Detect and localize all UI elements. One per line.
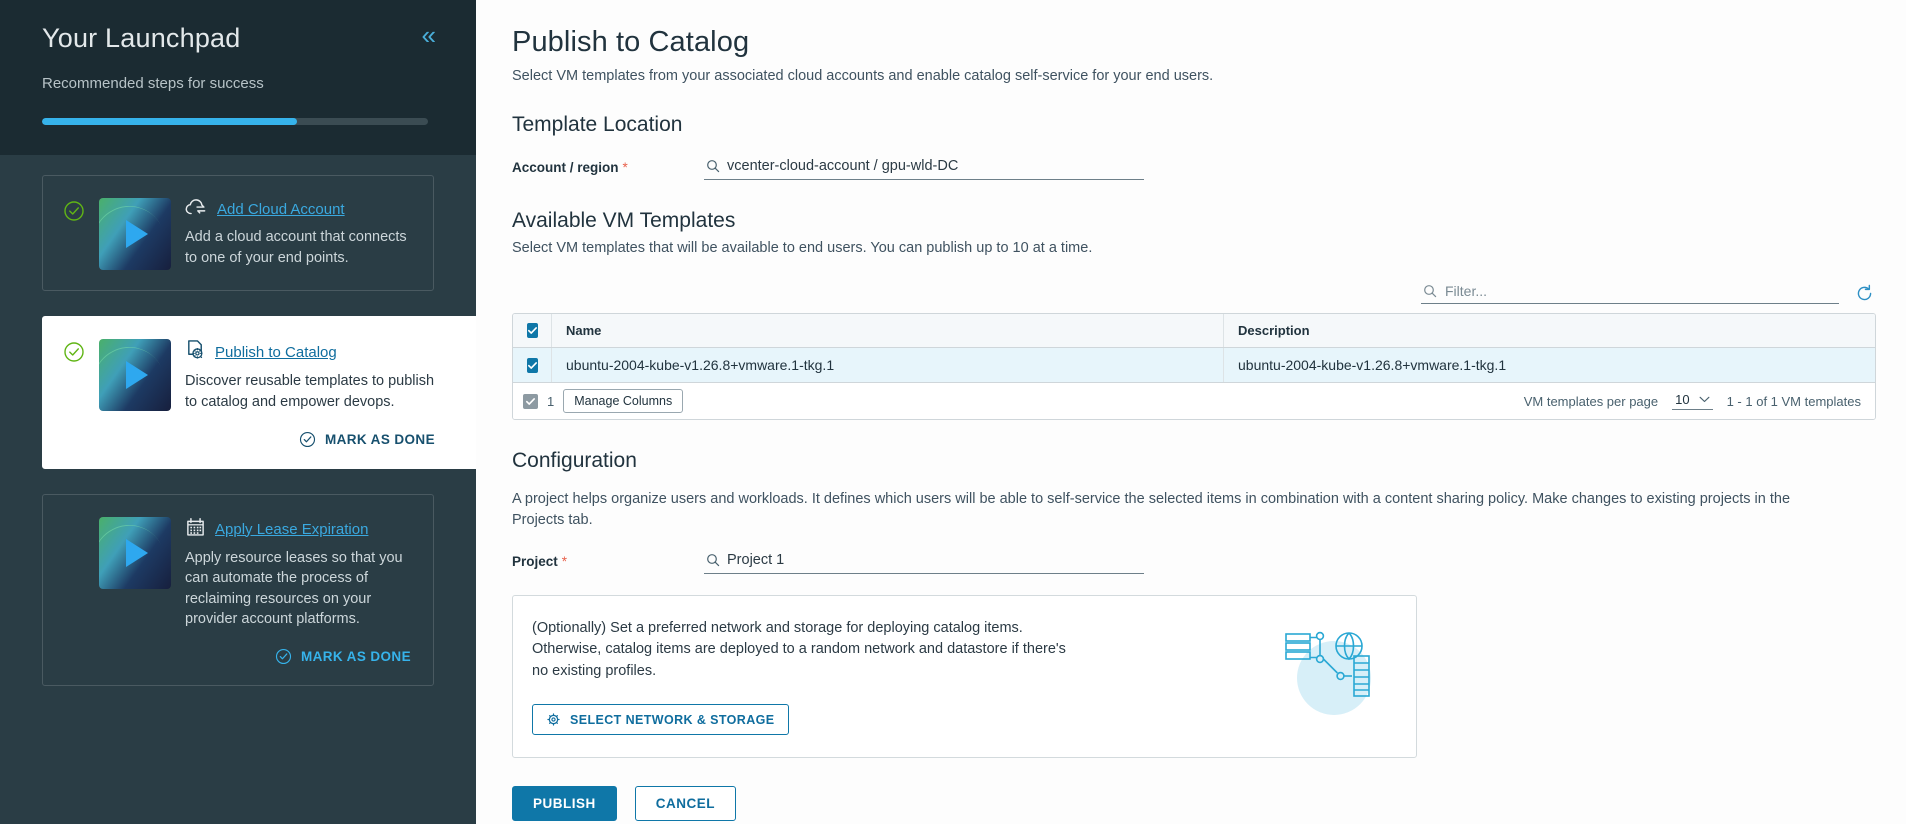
card-description: Add a cloud account that connects to one… [185,229,407,266]
per-page-select[interactable]: 10 [1672,392,1713,410]
select-network-storage-label: SELECT NETWORK & STORAGE [570,712,775,727]
card-completed-icon-placeholder [63,519,85,541]
launchpad-card-publish-to-catalog[interactable]: Publish to Catalog Discover reusable tem… [42,316,476,469]
app-root: Your Launchpad « Recommended steps for s… [0,0,1906,824]
search-icon [1424,285,1437,298]
checkbox-checked-icon [526,323,538,338]
mark-as-done-label: MARK AS DONE [324,431,435,447]
publish-button[interactable]: PUBLISH [512,786,617,822]
publish-to-catalog-page: Publish to Catalog Select VM templates f… [476,0,1906,824]
cancel-button[interactable]: CANCEL [634,786,737,822]
card-thumbnail [99,339,171,412]
card-content: Add Cloud Account Add a cloud account th… [185,198,411,270]
search-icon [707,554,720,567]
manage-columns-button[interactable]: Manage Columns [563,389,684,413]
row-checkbox[interactable] [513,348,551,382]
account-region-label-text: Account / region [512,160,619,175]
project-label: Project * [512,554,704,574]
network-storage-illustration [1274,620,1394,729]
footer-checkbox-icon[interactable] [523,393,538,409]
network-storage-line-2: Otherwise, catalog items are deployed to… [532,641,1066,658]
per-page-label: VM templates per page [1523,393,1659,409]
pagination-range: 1 - 1 of 1 VM templates [1726,393,1861,409]
mark-as-done-label: MARK AS DONE [300,648,411,664]
cloud-sync-icon [185,198,208,221]
network-storage-text: (Optionally) Set a preferred network and… [532,618,1274,736]
form-actions: PUBLISH CANCEL [512,786,1876,824]
account-region-field-row: Account / region * vcenter-cloud-account … [512,158,1876,180]
collapse-sidebar-icon[interactable]: « [422,22,436,48]
per-page-value: 10 [1675,392,1690,407]
network-storage-line-1: (Optionally) Set a preferred network and… [532,620,1023,637]
table-footer-left: 1 Manage Columns [513,389,684,413]
account-region-value: vcenter-cloud-account / gpu-wld-DC [727,158,959,174]
mark-as-done-button[interactable]: MARK AS DONE [185,431,435,448]
network-storage-panel: (Optionally) Set a preferred network and… [512,595,1417,759]
progress-bar-fill [42,118,297,126]
card-description: Apply resource leases so that you can au… [185,549,403,628]
page-title: Publish to Catalog [512,26,750,58]
section-title-template-location: Template Location [512,113,683,136]
project-input[interactable]: Project 1 [704,552,1144,575]
project-label-text: Project [512,554,558,570]
card-link-add-cloud-account[interactable]: Add Cloud Account [217,201,345,218]
checkbox-checked-icon [526,357,538,373]
column-header-name[interactable]: Name [551,314,1223,347]
check-circle-icon [275,648,291,664]
network-storage-line-3: no existing profiles. [532,662,657,679]
card-completed-icon [63,341,85,363]
filter-placeholder: Filter... [1445,283,1488,299]
sidebar-title: Your Launchpad [42,23,241,53]
card-content: Apply Lease Expiration Apply resource le… [185,517,411,665]
table-header-row: Name Description [513,314,1875,348]
table-row[interactable]: ubuntu-2004-kube-v1.26.8+vmware.1-tkg.1 … [513,348,1875,383]
table-footer: 1 Manage Columns VM templates per page 1… [513,383,1875,419]
filter-input[interactable]: Filter... [1421,283,1839,304]
card-description: Discover reusable templates to publish t… [185,373,435,410]
launchpad-card-apply-lease-expiration[interactable]: Apply Lease Expiration Apply resource le… [42,493,434,686]
chevron-down-icon [1699,396,1710,403]
launchpad-sidebar: Your Launchpad « Recommended steps for s… [0,0,476,824]
check-circle-icon [299,431,315,447]
card-completed-icon [63,200,85,222]
cell-description: ubuntu-2004-kube-v1.26.8+vmware.1-tkg.1 [1223,348,1875,382]
account-region-input[interactable]: vcenter-cloud-account / gpu-wld-DC [704,158,1144,180]
required-marker: * [561,554,568,570]
main-content: Publish to Catalog Select VM templates f… [476,26,1906,824]
table-footer-right: VM templates per page 10 1 - 1 of 1 VM t… [1524,392,1861,410]
page-subtitle: Select VM templates from your associated… [512,68,1214,84]
sidebar-header: Your Launchpad « Recommended steps for s… [0,0,476,156]
sidebar-subtitle: Recommended steps for success [42,75,264,93]
configuration-paragraph: A project helps organize users and workl… [512,491,1791,529]
document-gear-icon [185,339,206,365]
card-link-apply-lease-expiration[interactable]: Apply Lease Expiration [215,521,368,538]
section-title-configuration: Configuration [512,449,637,472]
selected-count: 1 [547,393,555,409]
launchpad-card-add-cloud-account[interactable]: Add Cloud Account Add a cloud account th… [42,175,434,292]
select-all-checkbox[interactable] [513,314,551,347]
mark-as-done-button[interactable]: MARK AS DONE [185,648,411,665]
project-field-row: Project * Project 1 [512,552,1876,575]
table-toolbar: Filter... [512,283,1876,304]
select-network-storage-button[interactable]: SELECT NETWORK & STORAGE [532,704,789,736]
project-value: Project 1 [727,552,785,569]
gear-icon [547,713,560,727]
card-thumbnail [99,198,171,271]
launchpad-card-list: Add Cloud Account Add a cloud account th… [0,155,476,686]
required-marker: * [622,160,628,175]
card-thumbnail [99,516,171,589]
section-subtitle-available-templates: Select VM templates that will be availab… [512,240,1093,256]
progress-bar [42,118,428,126]
section-title-available-templates: Available VM Templates [512,209,736,232]
vm-templates-table: Name Description ubuntu-2004-kube-v1.26.… [512,313,1876,420]
cell-name: ubuntu-2004-kube-v1.26.8+vmware.1-tkg.1 [551,348,1223,382]
card-link-publish-to-catalog[interactable]: Publish to Catalog [215,344,337,361]
account-region-label: Account / region * [512,160,704,180]
column-header-description[interactable]: Description [1223,314,1875,347]
refresh-icon[interactable] [1855,284,1874,303]
calendar-icon [185,517,206,542]
search-icon [707,160,720,173]
card-content: Publish to Catalog Discover reusable tem… [185,339,435,447]
